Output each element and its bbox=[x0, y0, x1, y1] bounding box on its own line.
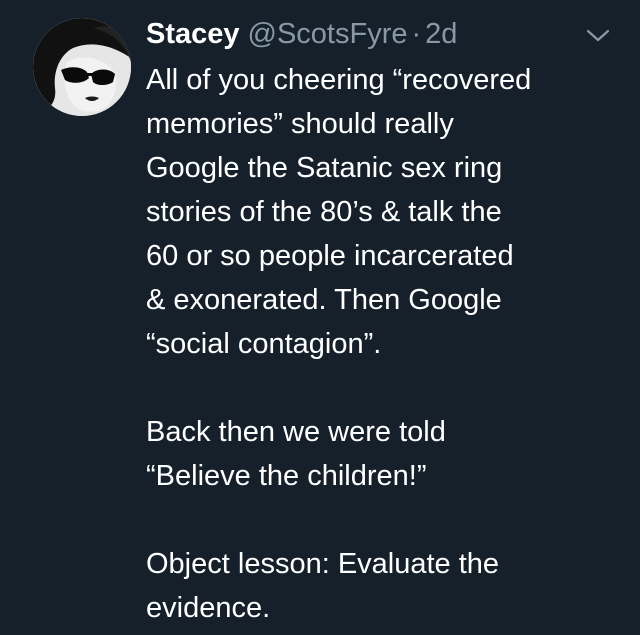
tweet-text-line: evidence. bbox=[146, 592, 271, 624]
tweet-header: Stacey @ScotsFyre · 2d bbox=[146, 14, 457, 54]
tweet-text-line: Object lesson: Evaluate the bbox=[146, 548, 500, 580]
tweet-paragraph: All of you cheering “recovered memories”… bbox=[146, 58, 626, 366]
tweet-text-line: “social contagion”. bbox=[146, 328, 382, 360]
tweet-text-line: “Believe the children!” bbox=[146, 460, 427, 492]
tweet-timestamp[interactable]: 2d bbox=[425, 14, 457, 54]
author-handle[interactable]: @ScotsFyre bbox=[248, 14, 408, 54]
tweet-paragraph: Object lesson: Evaluate the evidence. bbox=[146, 542, 626, 630]
tweet-text-line: memories” should really bbox=[146, 108, 454, 140]
tweet-menu-button[interactable] bbox=[584, 24, 612, 46]
tweet-text-line: Back then we were told bbox=[146, 416, 446, 448]
chevron-down-icon bbox=[586, 29, 610, 42]
tweet-text-line: Google the Satanic sex ring bbox=[146, 152, 503, 184]
tweet-paragraph: Back then we were told “Believe the chil… bbox=[146, 410, 626, 498]
tweet[interactable]: Stacey @ScotsFyre · 2d All of you cheeri… bbox=[0, 0, 640, 635]
tweet-text-line: stories of the 80’s & talk the bbox=[146, 196, 502, 228]
avatar[interactable] bbox=[33, 18, 131, 116]
tweet-text: All of you cheering “recovered memories”… bbox=[146, 58, 626, 630]
tweet-text-line: & exonerated. Then Google bbox=[146, 284, 502, 316]
author-display-name[interactable]: Stacey bbox=[146, 14, 240, 54]
avatar-image bbox=[33, 18, 131, 116]
tweet-text-line: All of you cheering “recovered bbox=[146, 64, 532, 96]
tweet-text-line: 60 or so people incarcerated bbox=[146, 240, 514, 272]
header-separator: · bbox=[411, 18, 422, 50]
